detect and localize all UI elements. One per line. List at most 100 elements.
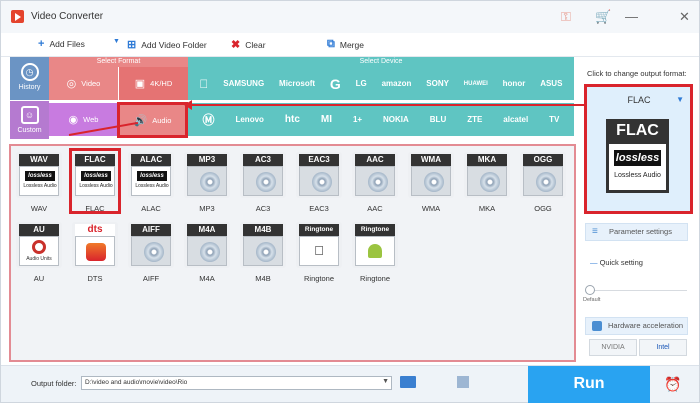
user-icon: ☺ bbox=[20, 106, 39, 124]
chevron-down-icon[interactable]: ▼ bbox=[676, 95, 684, 104]
device-mi[interactable]: MI bbox=[321, 114, 332, 125]
format-aiff[interactable]: AIFF AIFF bbox=[128, 222, 174, 283]
select-format-header: Select Format bbox=[49, 57, 188, 67]
intel-toggle[interactable]: Intel bbox=[639, 339, 687, 356]
ac3-format-icon: AC3 bbox=[240, 152, 286, 198]
format-icon-title: OGG bbox=[523, 154, 563, 166]
format-au[interactable]: AU Audio Units AU bbox=[16, 222, 62, 283]
key-icon[interactable]: ⚿ bbox=[561, 9, 571, 25]
format-label: AU bbox=[33, 274, 45, 283]
select-device-header: Select Device bbox=[188, 57, 574, 67]
device-alcatel[interactable]: alcatel bbox=[503, 115, 528, 124]
callout-arrow-head bbox=[184, 100, 192, 110]
format-icon-title: WMA bbox=[411, 154, 451, 166]
format-alac[interactable]: ALAC lossless Lossless Audio ALAC bbox=[128, 152, 174, 213]
merge-button[interactable]: ⧉ Merge bbox=[327, 38, 364, 51]
format-m4b[interactable]: M4B M4B bbox=[240, 222, 286, 283]
merge-icon: ⧉ bbox=[327, 38, 335, 50]
m4a-format-icon: M4A bbox=[184, 222, 230, 268]
format-m4a[interactable]: M4A M4A bbox=[184, 222, 230, 283]
dash-icon: — bbox=[590, 258, 598, 267]
run-button[interactable]: Run bbox=[528, 366, 650, 403]
device-lenovo[interactable]: Lenovo bbox=[235, 115, 263, 124]
close-icon[interactable]: ✕ bbox=[679, 9, 690, 25]
cart-icon[interactable]: 🛒 bbox=[595, 9, 611, 25]
trash-icon: ✖ bbox=[231, 39, 241, 51]
hd-icon: ▣ bbox=[134, 78, 146, 90]
add-files-button[interactable]: + Add Files bbox=[38, 38, 85, 50]
device-huawei[interactable]: HUAWEI bbox=[464, 81, 488, 87]
device-microsoft[interactable]: Microsoft bbox=[279, 79, 315, 88]
nvidia-label: NVIDIA bbox=[601, 344, 625, 351]
alarm-clock-icon[interactable]: ⏰ bbox=[664, 376, 681, 393]
output-folder-field[interactable]: D:\video and audio\movie\video\Rio ▼ bbox=[81, 376, 392, 390]
device-asus[interactable]: ASUS bbox=[540, 79, 562, 88]
toolbar: + Add Files ▼ ⊞ Add Video Folder ✖ Clear… bbox=[1, 33, 699, 57]
device-htc[interactable]: htc bbox=[285, 114, 300, 125]
format-aac[interactable]: AAC AAC bbox=[352, 152, 398, 213]
parameter-settings-button[interactable]: ≡ Parameter settings bbox=[585, 223, 688, 241]
browse-folder-icon[interactable] bbox=[400, 376, 416, 388]
ringtone-android-format-icon: Ringtone bbox=[352, 222, 398, 268]
hardware-acceleration-label: Hardware acceleration bbox=[608, 321, 684, 330]
device-row-2: Ⓜ Lenovo htc MI 1+ NOKIA BLU ZTE alcatel… bbox=[188, 103, 574, 136]
device-tv[interactable]: TV bbox=[549, 115, 559, 124]
clear-label: Clear bbox=[245, 39, 266, 50]
format-icon-title: M4B bbox=[243, 224, 283, 236]
device-sony[interactable]: SONY bbox=[426, 79, 449, 88]
wma-format-icon: WMA bbox=[408, 152, 454, 198]
minimize-icon[interactable]: — bbox=[625, 9, 638, 24]
add-video-folder-button[interactable]: ⊞ Add Video Folder bbox=[127, 38, 207, 51]
flac-selection-highlight bbox=[69, 148, 121, 214]
nvidia-toggle[interactable]: NVIDIA bbox=[589, 339, 637, 356]
quick-setting: — Quick setting bbox=[590, 258, 643, 267]
format-wav[interactable]: WAV lossless Lossless Audio WAV bbox=[16, 152, 62, 213]
format-dts[interactable]: dts DTS bbox=[72, 222, 118, 283]
hd-tab[interactable]: ▣ 4K/HD bbox=[119, 67, 188, 100]
parameter-settings-label: Parameter settings bbox=[609, 227, 672, 236]
output-format-selector[interactable]: FLAC ▼ FLAC lossless Lossless Audio bbox=[584, 84, 693, 214]
bottom-bar: Output folder: D:\video and audio\movie\… bbox=[1, 365, 699, 403]
format-mp3[interactable]: MP3 MP3 bbox=[184, 152, 230, 213]
format-ogg[interactable]: OGG OGG bbox=[520, 152, 566, 213]
device-amazon[interactable]: amazon bbox=[382, 79, 412, 88]
disc-icon bbox=[200, 172, 220, 192]
au-format-icon: AU Audio Units bbox=[16, 222, 62, 268]
format-ringtone-iphone[interactable]: Ringtone  Ringtone bbox=[296, 222, 342, 283]
disc-icon bbox=[256, 242, 276, 262]
motorola-icon[interactable]: Ⓜ bbox=[202, 111, 214, 128]
video-tab[interactable]: ◎ Video bbox=[49, 67, 118, 100]
device-nokia[interactable]: NOKIA bbox=[383, 115, 409, 124]
custom-button[interactable]: ☺ Custom bbox=[10, 101, 49, 139]
device-samsung[interactable]: SAMSUNG bbox=[223, 79, 264, 88]
add-files-dropdown[interactable]: ▼ bbox=[113, 38, 120, 45]
quality-slider-track[interactable] bbox=[590, 290, 687, 291]
device-google[interactable]: G bbox=[330, 76, 341, 92]
select-format-label: Select Format bbox=[96, 58, 141, 65]
history-button[interactable]: ◷ History bbox=[10, 57, 49, 100]
device-zte[interactable]: ZTE bbox=[467, 115, 482, 124]
open-folder-icon[interactable] bbox=[457, 376, 469, 388]
apple-icon:  bbox=[300, 243, 338, 258]
device-blu[interactable]: BLU bbox=[430, 115, 446, 124]
format-icon-title: AC3 bbox=[243, 154, 283, 166]
format-mka[interactable]: MKA MKA bbox=[464, 152, 510, 213]
audio-tab[interactable]: 🔊 Audio bbox=[117, 102, 188, 138]
format-eac3[interactable]: EAC3 EAC3 bbox=[296, 152, 342, 213]
device-lg[interactable]: LG bbox=[356, 79, 367, 88]
custom-label: Custom bbox=[17, 127, 42, 134]
format-icon-title: dts bbox=[75, 224, 115, 236]
hardware-acceleration-button[interactable]: Hardware acceleration bbox=[585, 317, 688, 335]
device-honor[interactable]: honor bbox=[503, 79, 526, 88]
format-wma[interactable]: WMA WMA bbox=[408, 152, 454, 213]
clear-button[interactable]: ✖ Clear bbox=[231, 38, 266, 51]
apple-icon[interactable]:  bbox=[199, 77, 208, 91]
m4b-format-icon: M4B bbox=[240, 222, 286, 268]
device-oneplus[interactable]: 1+ bbox=[353, 115, 362, 124]
format-icon-title: WAV bbox=[19, 154, 59, 166]
format-ac3[interactable]: AC3 AC3 bbox=[240, 152, 286, 213]
format-ringtone-android[interactable]: Ringtone Ringtone bbox=[352, 222, 398, 283]
chevron-down-icon[interactable]: ▼ bbox=[382, 378, 389, 385]
quality-slider-knob[interactable] bbox=[585, 285, 595, 295]
app-window: Video Converter ⚿ 🛒 — ✕ + Add Files ▼ ⊞ … bbox=[0, 0, 700, 403]
